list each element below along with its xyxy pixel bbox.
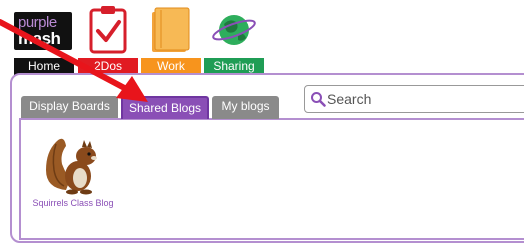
- tab-my-blogs[interactable]: My blogs: [212, 96, 279, 119]
- nav-home[interactable]: purple mash Home: [14, 0, 74, 75]
- blog-title[interactable]: Squirrels Class Blog: [30, 198, 116, 209]
- blog-item-squirrels[interactable]: Squirrels Class Blog: [30, 126, 116, 226]
- logo-box: purple mash: [14, 12, 72, 50]
- nav-work[interactable]: Work: [141, 0, 201, 75]
- folder-icon: [152, 7, 190, 52]
- logo-line-2: mash: [18, 29, 61, 48]
- nav-2dos[interactable]: 2Dos: [78, 0, 138, 75]
- search-box[interactable]: [304, 85, 524, 113]
- search-input[interactable]: [327, 89, 524, 109]
- tab-shared-blogs[interactable]: Shared Blogs: [121, 96, 209, 119]
- globe-icon: [212, 15, 256, 45]
- search-icon: [311, 92, 326, 107]
- purple-mash-logo: purple mash: [14, 0, 74, 58]
- clipboard-check-icon: [89, 6, 127, 54]
- tab-display-boards[interactable]: Display Boards: [21, 96, 118, 119]
- squirrel-image: [46, 138, 97, 195]
- nav-sharing[interactable]: Sharing: [204, 0, 264, 75]
